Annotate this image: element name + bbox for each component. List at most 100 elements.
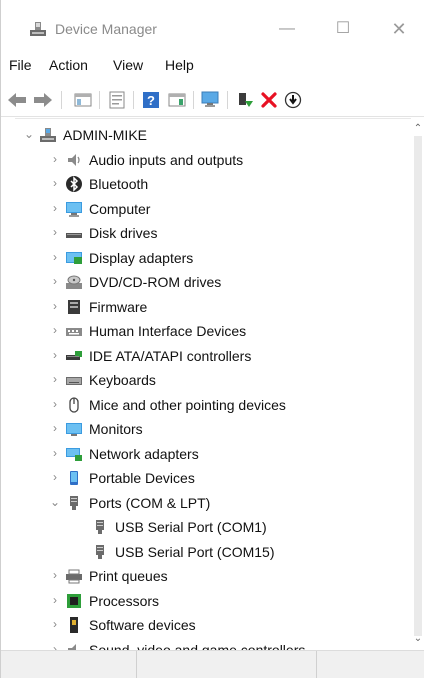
tree-category-row[interactable]: › Audio inputs and outputs bbox=[15, 148, 411, 172]
forward-icon[interactable] bbox=[33, 90, 53, 110]
chevron-right-icon[interactable]: › bbox=[49, 347, 61, 363]
properties-icon[interactable] bbox=[107, 90, 127, 110]
menu-bar: File Action View Help bbox=[1, 50, 424, 80]
chevron-right-icon[interactable]: › bbox=[49, 298, 61, 314]
device-tree: ⌄ ADMIN-MIKE › Audio inputs and outputs › B… bbox=[15, 118, 411, 650]
tree-category-label: Firmware bbox=[89, 298, 148, 315]
chevron-right-icon[interactable]: › bbox=[49, 616, 61, 632]
tree-category-row[interactable]: › Display adapters bbox=[15, 246, 411, 270]
tree-category-row[interactable]: › Monitors bbox=[15, 417, 411, 441]
download-icon[interactable] bbox=[283, 90, 303, 110]
menu-action[interactable]: Action bbox=[49, 57, 88, 73]
tree-category-row[interactable]: › Sound, video and game controllers bbox=[15, 638, 411, 651]
tree-category-row[interactable]: › DVD/CD-ROM drives bbox=[15, 270, 411, 294]
tree-category-label: Sound, video and game controllers bbox=[89, 641, 306, 651]
chevron-right-icon[interactable]: › bbox=[49, 641, 61, 651]
chevron-right-icon[interactable]: › bbox=[49, 322, 61, 338]
firmware-icon bbox=[68, 299, 80, 314]
tree-category-row[interactable]: › Bluetooth bbox=[15, 172, 411, 196]
chevron-right-icon[interactable]: › bbox=[49, 469, 61, 485]
monitor-icon bbox=[66, 423, 82, 436]
tree-category-row[interactable]: › Keyboards bbox=[15, 368, 411, 392]
tree-category-row[interactable]: › Firmware bbox=[15, 295, 411, 319]
scroll-down-arrow-icon[interactable]: ⌄ bbox=[412, 632, 424, 646]
toolbar: ? bbox=[1, 83, 424, 117]
tree-category-row[interactable]: › Portable Devices bbox=[15, 466, 411, 490]
tree-category-row[interactable]: › Processors bbox=[15, 589, 411, 613]
toolbar-separator bbox=[193, 91, 194, 109]
tree-category-row[interactable]: › Human Interface Devices bbox=[15, 319, 411, 343]
scroll-up-arrow-icon[interactable]: ⌃ bbox=[412, 122, 424, 136]
window-title: Device Manager bbox=[55, 21, 157, 37]
menu-file[interactable]: File bbox=[9, 57, 32, 73]
vertical-scrollbar[interactable]: ⌃ ⌄ bbox=[411, 118, 424, 650]
chevron-right-icon[interactable]: › bbox=[49, 175, 61, 191]
uninstall-device-icon[interactable] bbox=[259, 90, 279, 110]
tree-category-row[interactable]: › Mice and other pointing devices bbox=[15, 393, 411, 417]
chevron-down-icon[interactable]: ⌄ bbox=[49, 494, 61, 510]
scrollbar-thumb[interactable] bbox=[414, 136, 422, 636]
toolbar-separator bbox=[133, 91, 134, 109]
tree-category-row[interactable]: › Network adapters bbox=[15, 442, 411, 466]
update-driver-icon[interactable] bbox=[201, 90, 221, 110]
tree-category-row[interactable]: › IDE ATA/ATAPI controllers bbox=[15, 344, 411, 368]
tree-category-row[interactable]: ⌄ Ports (COM & LPT) bbox=[15, 491, 411, 515]
tree-category-row[interactable]: › Software devices bbox=[15, 613, 411, 637]
chevron-down-icon[interactable]: ⌄ bbox=[23, 126, 35, 142]
dvd-drive-icon bbox=[66, 275, 82, 289]
chevron-right-icon[interactable]: › bbox=[49, 371, 61, 387]
chevron-right-icon[interactable]: › bbox=[49, 200, 61, 216]
status-segment bbox=[1, 651, 137, 678]
close-button[interactable]: ✕ bbox=[379, 14, 419, 44]
chevron-right-icon[interactable]: › bbox=[49, 151, 61, 167]
tree-category-row[interactable]: › Computer bbox=[15, 197, 411, 221]
sound-controller-icon bbox=[68, 643, 76, 650]
tree-category-label: Human Interface Devices bbox=[89, 323, 247, 339]
tree-category-label: Monitors bbox=[89, 421, 143, 437]
network-adapter-icon bbox=[66, 447, 82, 461]
ide-controller-icon bbox=[66, 350, 82, 360]
chevron-right-icon[interactable]: › bbox=[49, 396, 61, 412]
tree-category-row[interactable]: › Print queues bbox=[15, 564, 411, 588]
tree-category-label: Portable Devices bbox=[89, 470, 195, 486]
mouse-icon bbox=[69, 396, 79, 413]
tree-category-label: Computer bbox=[89, 200, 151, 217]
enable-device-icon[interactable] bbox=[235, 90, 255, 110]
show-action-pane-icon[interactable] bbox=[167, 90, 187, 110]
tree-device-row[interactable]: USB Serial Port (COM15) bbox=[15, 540, 411, 564]
chevron-right-icon[interactable]: › bbox=[49, 273, 61, 289]
tree-category-label: Network adapters bbox=[89, 445, 199, 462]
tree-category-row[interactable]: › Disk drives bbox=[15, 221, 411, 245]
help-icon[interactable]: ? bbox=[141, 90, 161, 110]
tree-category-label: Keyboards bbox=[89, 372, 156, 388]
keyboard-icon bbox=[66, 377, 82, 385]
menu-help[interactable]: Help bbox=[165, 57, 194, 73]
portable-device-icon bbox=[70, 471, 78, 485]
tree-device-row[interactable]: USB Serial Port (COM1) bbox=[15, 515, 411, 539]
toolbar-separator bbox=[227, 91, 228, 109]
minimize-button[interactable]: — bbox=[267, 14, 307, 44]
serial-port-icon bbox=[96, 520, 104, 534]
display-adapter-icon bbox=[66, 251, 82, 264]
back-icon[interactable] bbox=[7, 90, 27, 110]
tree-device-label: USB Serial Port (COM15) bbox=[115, 543, 275, 560]
menu-view[interactable]: View bbox=[113, 57, 143, 73]
tree-category-label: Bluetooth bbox=[89, 176, 149, 192]
tree-root-row[interactable]: ⌄ ADMIN-MIKE bbox=[15, 123, 411, 147]
device-manager-app-icon bbox=[30, 22, 46, 36]
chevron-right-icon[interactable]: › bbox=[49, 592, 61, 608]
show-hide-console-tree-icon[interactable] bbox=[73, 90, 93, 110]
tree-category-label: Display adapters bbox=[89, 249, 194, 266]
chevron-right-icon[interactable]: › bbox=[49, 249, 61, 265]
tree-category-label: Software devices bbox=[89, 617, 196, 633]
chevron-right-icon[interactable]: › bbox=[49, 420, 61, 436]
chevron-right-icon[interactable]: › bbox=[49, 445, 61, 461]
chevron-right-icon[interactable]: › bbox=[49, 567, 61, 583]
maximize-button[interactable]: ☐ bbox=[323, 14, 363, 44]
processor-icon bbox=[67, 593, 81, 608]
tree-category-label: DVD/CD-ROM drives bbox=[89, 274, 222, 290]
toolbar-separator bbox=[99, 91, 100, 109]
printer-icon bbox=[66, 569, 82, 584]
chevron-right-icon[interactable]: › bbox=[49, 224, 61, 240]
title-bar[interactable]: Device Manager — ☐ ✕ bbox=[1, 0, 424, 44]
